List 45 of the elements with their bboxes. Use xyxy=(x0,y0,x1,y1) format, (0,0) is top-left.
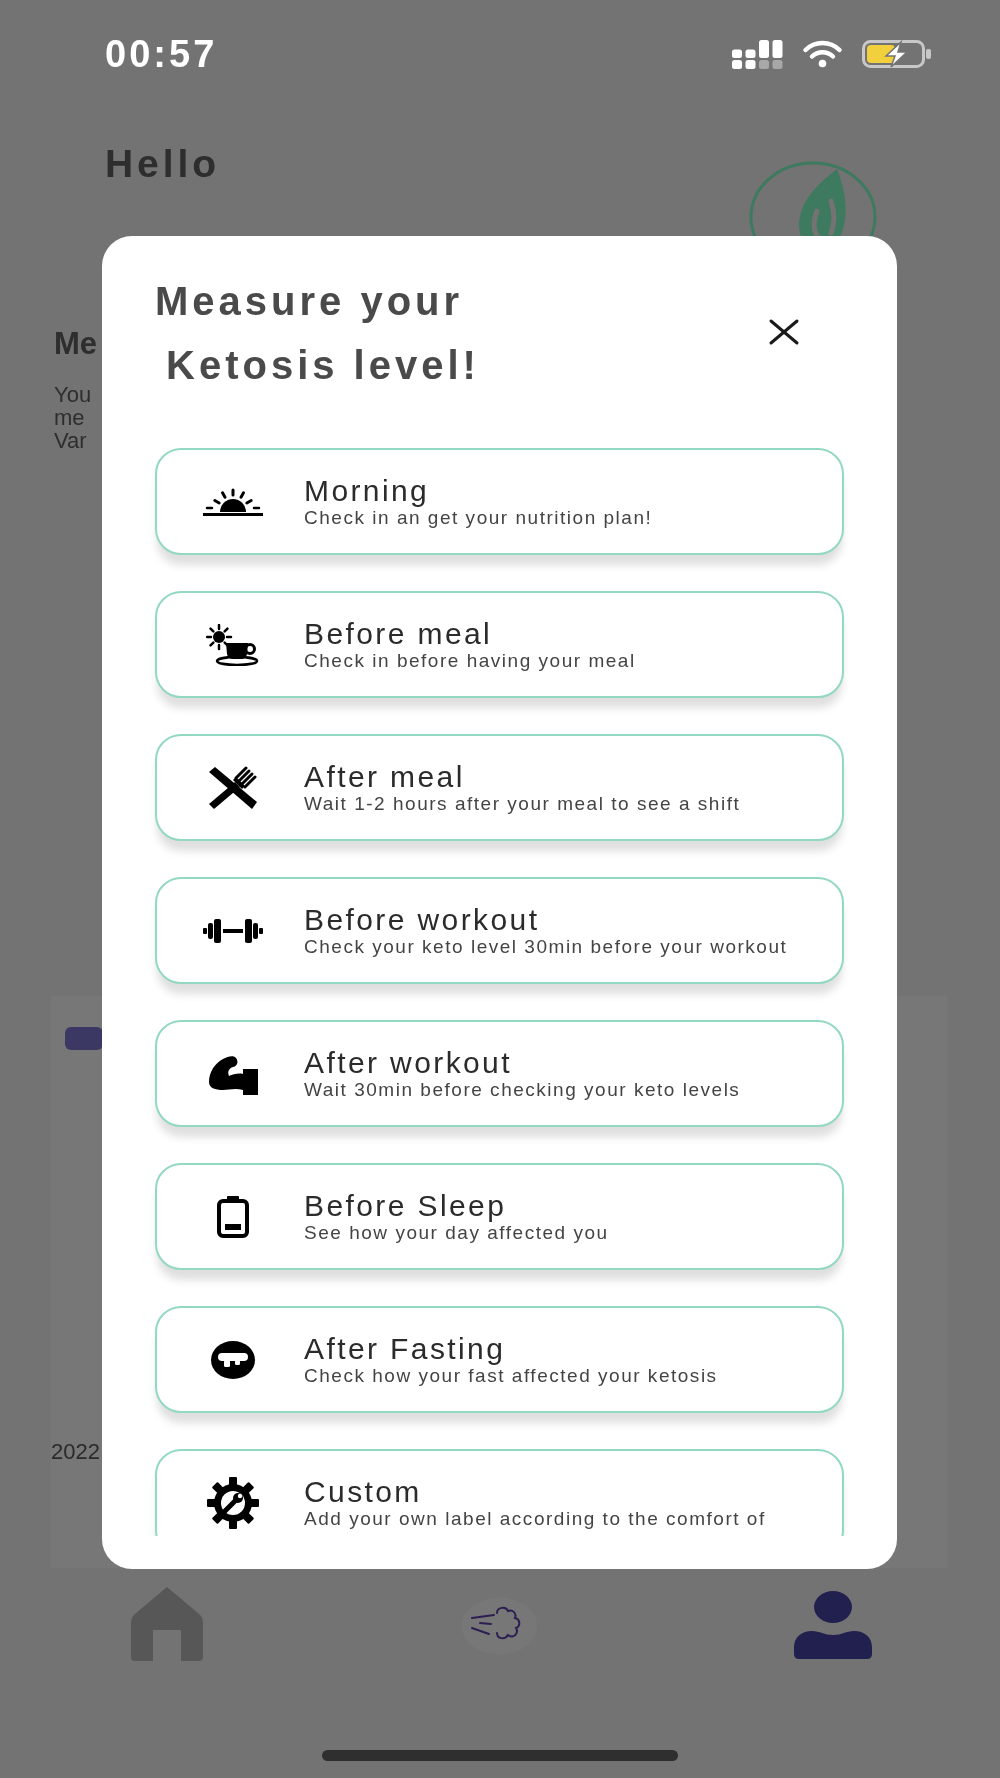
option-card[interactable]: Morning Check in an get your nutrition plan! xyxy=(155,448,844,555)
option-card[interactable]: Custom Add your own label according to the comfort of xyxy=(155,1449,844,1536)
fork-knife-icon xyxy=(207,765,259,810)
option-description: Wait 30min before checking your keto levels xyxy=(304,1078,741,1101)
wifi-icon xyxy=(801,40,844,68)
section-title: Me xyxy=(54,328,98,359)
option-card[interactable]: Before Sleep See how your day affected you xyxy=(155,1163,844,1270)
dumbbell-icon xyxy=(203,917,263,944)
date-text: 2022 xyxy=(51,1440,100,1463)
section-text: You xyxy=(54,383,92,406)
battery-icon xyxy=(862,40,932,68)
option-card[interactable]: Before meal Check in before having your meal xyxy=(155,591,844,698)
option-title: Before workout xyxy=(304,903,540,936)
option-description: Check in an get your nutrition plan! xyxy=(304,506,653,529)
option-title: Custom xyxy=(304,1475,422,1508)
sunrise-icon xyxy=(203,486,263,517)
option-card[interactable]: After meal Wait 1-2 hours after your meal to see a shift xyxy=(155,734,844,841)
sun-cup-icon xyxy=(206,623,260,666)
option-description: Check how your fast affected your ketosis xyxy=(304,1364,718,1387)
signal-icon xyxy=(732,39,783,69)
section-text: Var xyxy=(54,429,87,452)
option-description: Check your keto level 30min before your workout xyxy=(304,935,788,958)
option-title: After meal xyxy=(304,760,465,793)
option-description: Check in before having your meal xyxy=(304,649,636,672)
option-description: Wait 1-2 hours after your meal to see a shift xyxy=(304,792,741,815)
option-card[interactable]: After Fasting Check how your fast affected your ketosis xyxy=(155,1306,844,1413)
option-description: See how your day affected you xyxy=(304,1221,609,1244)
gear-wrench-icon xyxy=(205,1474,261,1531)
logo-icon xyxy=(749,161,877,236)
chip xyxy=(65,1027,103,1050)
status-time: 00:57 xyxy=(105,35,218,73)
battery-icon xyxy=(215,1195,251,1238)
option-card[interactable]: Before workout Check your keto level 30min before your workout xyxy=(155,877,844,984)
option-title: Before Sleep xyxy=(304,1189,507,1222)
greeting-text: Hello xyxy=(105,144,220,183)
face-icon xyxy=(210,1339,256,1380)
dialog-title: Measure your Ketosis level! xyxy=(155,278,480,389)
option-title: Before meal xyxy=(304,617,493,650)
option-description: Add your own label according to the comfort of xyxy=(304,1507,766,1530)
person-icon[interactable] xyxy=(794,1591,873,1659)
option-title: After workout xyxy=(304,1046,512,1079)
option-card[interactable]: After workout Wait 30min before checking your keto levels xyxy=(155,1020,844,1127)
option-title: Morning xyxy=(304,474,430,507)
option-title: After Fasting xyxy=(304,1332,506,1365)
section-text: me xyxy=(54,406,85,429)
